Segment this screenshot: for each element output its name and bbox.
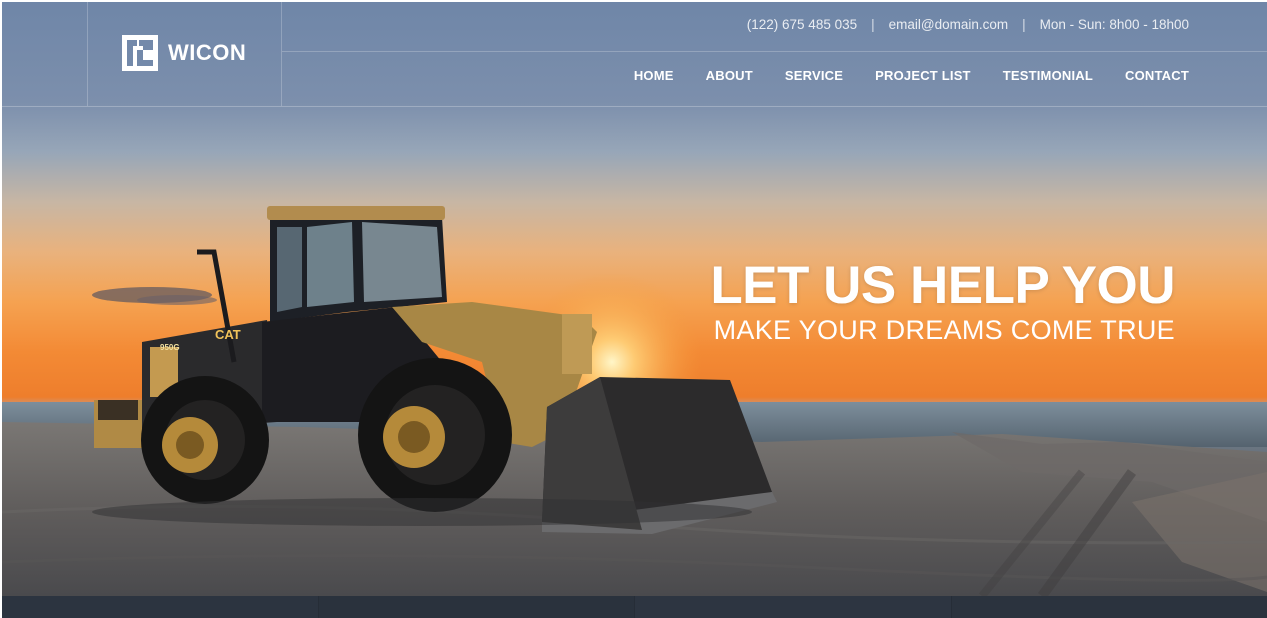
contact-separator: | [1022, 17, 1026, 32]
hero-title: LET US HELP YOU [710, 256, 1175, 315]
logo-link[interactable]: WICON [87, 2, 282, 106]
main-nav: HOME ABOUT SERVICE PROJECT LIST TESTIMON… [634, 68, 1189, 83]
nav-item-about[interactable]: ABOUT [706, 68, 753, 83]
vehicle-model-label: 950G [160, 343, 180, 352]
hero-section: 950G CAT WICON (122) 675 485 035 | email… [2, 2, 1267, 596]
hero-text: LET US HELP YOU MAKE YOUR DREAMS COME TR… [710, 256, 1175, 346]
features-strip [2, 596, 1267, 618]
feature-tile [318, 596, 635, 618]
contact-hours: Mon - Sun: 8h00 - 18h00 [1039, 17, 1189, 32]
site-header: WICON (122) 675 485 035 | email@domain.c… [2, 2, 1267, 107]
vehicle-brand-label: CAT [215, 327, 241, 342]
nav-item-contact[interactable]: CONTACT [1125, 68, 1189, 83]
hero-subtitle: MAKE YOUR DREAMS COME TRUE [713, 315, 1175, 345]
feature-tile [2, 596, 319, 618]
nav-item-project-list[interactable]: PROJECT LIST [875, 68, 971, 83]
nav-item-service[interactable]: SERVICE [785, 68, 843, 83]
page-frame: 950G CAT WICON (122) 675 485 035 | email… [2, 2, 1267, 618]
contact-bar: (122) 675 485 035 | email@domain.com | M… [747, 17, 1189, 32]
logo-text: WICON [168, 40, 247, 65]
contact-separator: | [871, 17, 875, 32]
feature-tile [635, 596, 952, 618]
contact-email[interactable]: email@domain.com [889, 17, 1009, 32]
nav-item-home[interactable]: HOME [634, 68, 674, 83]
nav-item-testimonial[interactable]: TESTIMONIAL [1003, 68, 1093, 83]
topbar-divider [282, 51, 1267, 52]
logo-icon [122, 35, 158, 71]
feature-tile [951, 596, 1267, 618]
contact-phone[interactable]: (122) 675 485 035 [747, 17, 857, 32]
